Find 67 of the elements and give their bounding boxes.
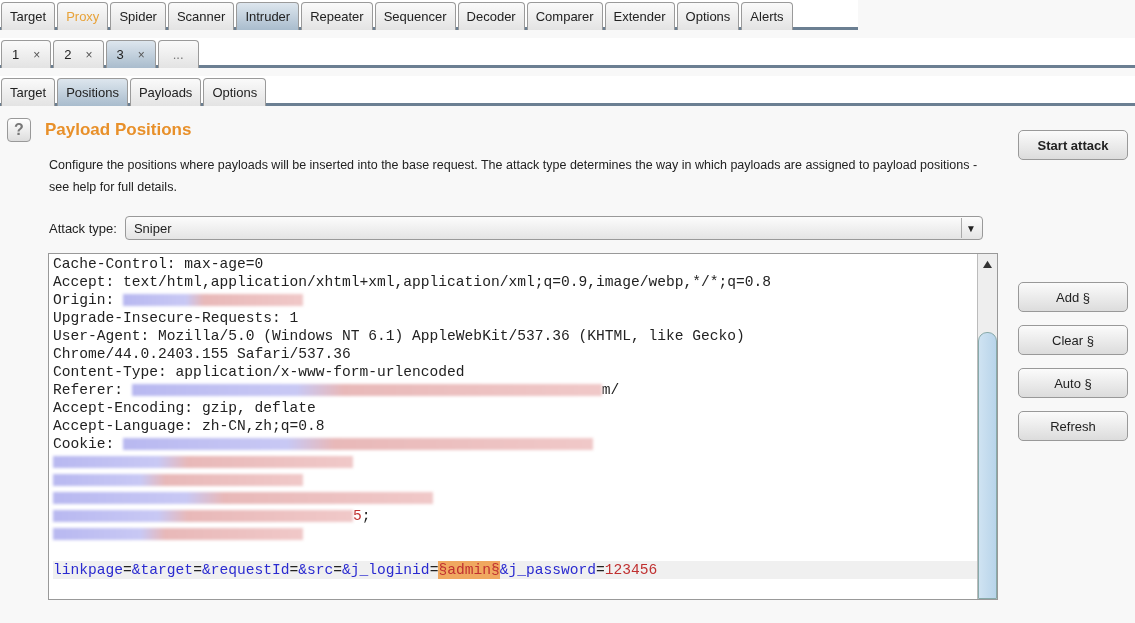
help-button[interactable]: ? <box>7 118 31 142</box>
close-icon[interactable]: × <box>137 47 145 62</box>
main-tab[interactable]: Spider <box>110 2 166 30</box>
attack-type-label: Attack type: <box>49 220 117 236</box>
main-tab[interactable]: Alerts <box>741 2 793 30</box>
attack-tab[interactable]: 1 × <box>1 40 52 68</box>
start-attack-button[interactable]: Start attack <box>1018 130 1128 160</box>
main-tab[interactable]: Options <box>676 2 740 30</box>
description: Configure the positions where payloads will be inserted into the base request. The attack type determines the way in which payloads are assigned to payload positions - see help for full details. <box>49 157 979 196</box>
request-text: = <box>289 561 299 579</box>
request-text: 123456 <box>604 561 658 579</box>
new-tab-label: ... <box>171 47 185 62</box>
main-tab[interactable]: Sequencer <box>374 2 456 30</box>
request-text: m/ <box>601 381 620 399</box>
payload-marker: §admin§ <box>438 561 500 579</box>
request-text: Upgrade-Insecure-Requests: 1 <box>53 309 299 327</box>
request-text: &requestId <box>201 561 290 579</box>
request-text: linkpage <box>53 561 124 579</box>
request-text: Accept-Encoding: gzip, deflate <box>53 399 316 417</box>
request-text: = <box>429 561 439 579</box>
attack-tab[interactable]: ... <box>157 40 199 68</box>
request-text: User-Agent: Mozilla/5.0 (Windows NT 6.1) AppleWebKit/537.36 (KHTML, like Gecko) <box>53 327 745 345</box>
request-text: = <box>596 561 605 579</box>
sub-tab[interactable]: Payloads <box>129 78 202 106</box>
request-text: Cache-Control: max-age=0 <box>53 255 264 273</box>
marker-button[interactable]: Clear § <box>1018 325 1128 355</box>
request-text: Origin: <box>53 291 116 309</box>
attack-tab[interactable]: 3 × <box>105 40 156 68</box>
main-tab[interactable]: Scanner <box>167 2 235 30</box>
attack-tab[interactable]: 2 × <box>53 40 104 68</box>
request-text: Accept-Language: zh-CN,zh;q=0.8 <box>53 417 325 435</box>
sub-tab[interactable]: Options <box>203 78 267 106</box>
request-text: Chrome/44.0.2403.155 Safari/537.36 <box>53 345 351 363</box>
main-tab[interactable]: Repeater <box>301 2 373 30</box>
tab-number: 1 <box>12 47 20 62</box>
marker-button[interactable]: Add § <box>1018 282 1128 312</box>
scroll-thumb[interactable] <box>978 332 997 599</box>
request-text: &j_password <box>499 561 597 579</box>
section-title: Payload Positions <box>45 120 192 140</box>
scrollbar[interactable] <box>977 254 997 599</box>
request-text: = <box>193 561 202 579</box>
tab-number: 2 <box>64 47 72 62</box>
request-text: &target <box>131 561 194 579</box>
main-tab[interactable]: Comparer <box>526 2 603 30</box>
tab-number: 3 <box>116 47 124 62</box>
request-text: 5 <box>353 507 362 525</box>
sub-tab[interactable]: Positions <box>57 78 128 106</box>
request-text: ; <box>361 507 371 525</box>
request-text: = <box>333 561 343 579</box>
main-tab[interactable]: Decoder <box>457 2 525 30</box>
sub-tab[interactable]: Target <box>1 78 56 106</box>
request-text: &src <box>298 561 334 579</box>
request-text: Cookie: <box>53 435 116 453</box>
marker-button[interactable]: Auto § <box>1018 368 1128 398</box>
main-tab[interactable]: Target <box>1 2 56 30</box>
attack-type-dropdown[interactable]: Sniper ▼ <box>124 216 983 240</box>
main-tab[interactable]: Intruder <box>236 2 300 30</box>
request-text: = <box>123 561 132 579</box>
request-text: Accept: text/html,application/xhtml+xml,application/xml;q=0.9,image/webp,*/*;q=0.8 <box>53 273 772 291</box>
request-text: Content-Type: application/x-www-form-urlencoded <box>53 363 465 381</box>
close-icon[interactable]: × <box>33 47 41 62</box>
marker-button[interactable]: Refresh <box>1018 411 1128 441</box>
request-text: &j_loginid <box>342 561 430 579</box>
request-text: Referer: <box>53 381 125 399</box>
request-editor[interactable] <box>48 253 998 600</box>
close-icon[interactable]: × <box>85 47 93 62</box>
main-tab[interactable]: Extender <box>604 2 675 30</box>
